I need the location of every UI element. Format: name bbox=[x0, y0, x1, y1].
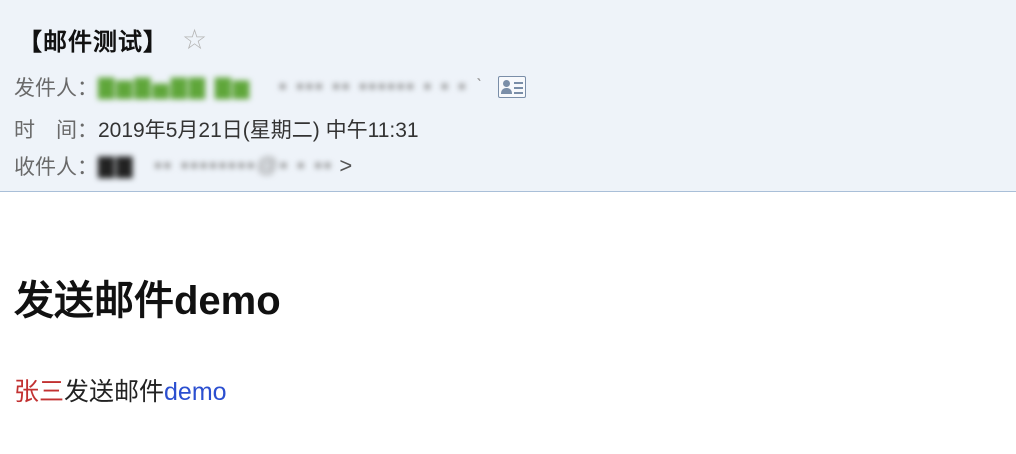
email-subject: 【邮件测试】 bbox=[18, 29, 168, 56]
body-text-red: 张三 bbox=[14, 378, 65, 406]
from-label: 发件人： bbox=[14, 77, 98, 100]
email-header: 【邮件测试】 ☆ 发件人： ▇▆▇▅▇▇ ▇▆ ▪ ▪▪▪ ▪▪ ▪▪▪▪▪▪ … bbox=[0, 0, 1016, 192]
from-row: 发件人： ▇▆▇▅▇▇ ▇▆ ▪ ▪▪▪ ▪▪ ▪▪▪▪▪▪ ▪ ▪ ▪ ˋ bbox=[14, 72, 527, 102]
recipient-suffix: > bbox=[339, 153, 353, 178]
time-label: 时 间： bbox=[14, 119, 98, 142]
sender-address[interactable]: ▪ ▪▪▪ ▪▪ ▪▪▪▪▪▪ ▪ ▪ ▪ bbox=[279, 75, 468, 99]
body-text-blue: demo bbox=[164, 378, 227, 406]
star-icon[interactable]: ☆ bbox=[182, 25, 207, 54]
to-row: 收件人： ▇▇ ▪▪ ▪▪▪▪▪▪▪▪@▪ ▪ ▪▪ > bbox=[14, 151, 352, 181]
sent-time: 2019年5月21日(星期二) 中午11:31 bbox=[98, 119, 419, 142]
to-label: 收件人： bbox=[14, 156, 98, 179]
sender-more-mark: ˋ bbox=[475, 75, 483, 98]
body-text-black: 发送邮件 bbox=[64, 378, 165, 406]
sender-name[interactable]: ▇▆▇▅▇▇ ▇▆ bbox=[98, 75, 251, 100]
subject-row: 【邮件测试】 ☆ bbox=[18, 22, 207, 57]
body-paragraph: 张三发送邮件demo bbox=[14, 372, 227, 408]
contact-card-icon[interactable] bbox=[498, 76, 527, 98]
time-row: 时 间： 2019年5月21日(星期二) 中午11:31 bbox=[14, 114, 419, 144]
body-heading: 发送邮件demo bbox=[14, 279, 281, 323]
recipient-address[interactable]: ▪▪ ▪▪▪▪▪▪▪▪@▪ ▪ ▪▪ bbox=[154, 154, 333, 178]
recipient-name[interactable]: ▇▇ bbox=[98, 154, 134, 179]
